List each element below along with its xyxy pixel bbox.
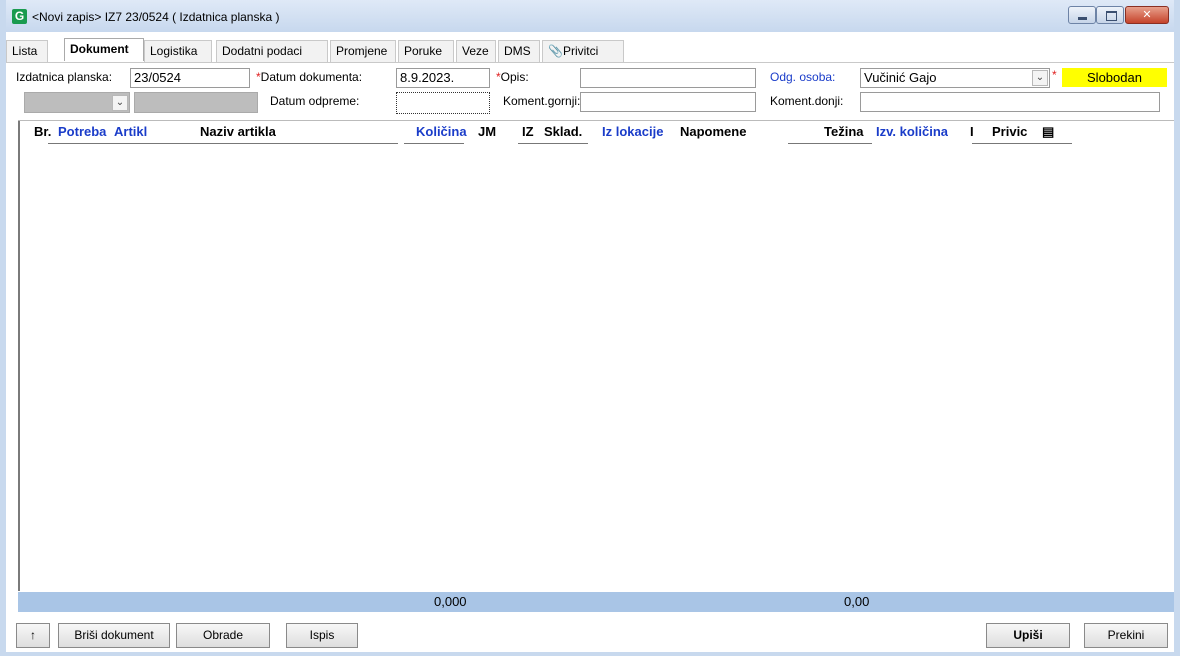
header-underline <box>48 143 398 144</box>
total-kolicina: 0,000 <box>434 594 467 609</box>
document-type-description <box>134 92 258 113</box>
opis-text: Opis: <box>500 70 529 84</box>
app-logo-icon: G <box>12 9 27 24</box>
tab-veze[interactable]: Veze <box>456 40 496 62</box>
header-underline <box>972 143 1072 144</box>
status-badge: Slobodan <box>1062 68 1167 87</box>
col-izv-kolicina[interactable]: Izv. količina <box>876 124 948 139</box>
app-window: G <Novi zapis> IZ7 23/0524 ( Izdatnica p… <box>0 0 1180 656</box>
col-potreba[interactable]: Potreba <box>58 124 112 139</box>
datum-dokumenta-text: Datum dokumenta: <box>260 70 363 84</box>
totals-bar: 0,000 0,00 <box>18 592 1174 612</box>
tab-privitci[interactable]: 📎Privitci <box>542 40 624 62</box>
close-icon: ✕ <box>1142 9 1152 21</box>
opis-field[interactable] <box>580 68 756 88</box>
izdatnica-field[interactable]: 23/0524 <box>130 68 250 88</box>
close-button[interactable]: ✕ <box>1125 6 1169 24</box>
koment-gornji-label: Koment.gornji: <box>503 94 581 108</box>
odg-osoba-value: Vučinić Gajo <box>864 70 937 85</box>
document-type-select[interactable]: ⌄ <box>24 92 130 113</box>
col-kolicina[interactable]: Količina <box>416 124 467 139</box>
odg-osoba-label: Odg. osoba: <box>770 70 836 84</box>
col-privic[interactable]: Privic <box>992 124 1028 139</box>
scroll-up-button[interactable]: ↑ <box>16 623 50 648</box>
col-br[interactable]: Br. <box>34 124 51 139</box>
tab-poruke[interactable]: Poruke <box>398 40 454 62</box>
koment-donji-field[interactable] <box>860 92 1160 112</box>
maximize-button[interactable] <box>1096 6 1124 24</box>
tab-dms[interactable]: DMS <box>498 40 540 62</box>
odg-osoba-select[interactable]: Vučinić Gajo ⌄ <box>860 68 1050 88</box>
col-sklad[interactable]: Sklad. <box>544 124 582 139</box>
tab-lista[interactable]: Lista <box>6 40 48 62</box>
chevron-down-icon[interactable]: ⌄ <box>112 95 128 111</box>
status-required-marker: * <box>1052 68 1057 82</box>
col-document-icon[interactable]: ▤ <box>1042 124 1054 140</box>
items-grid[interactable]: Br. Potreba Artikl Naziv artikla Količin… <box>18 120 1174 591</box>
total-tezina: 0,00 <box>844 594 870 609</box>
col-jm[interactable]: JM <box>478 124 496 139</box>
izdatnica-label: Izdatnica planska: <box>16 70 113 84</box>
obrade-button[interactable]: Obrade <box>176 623 270 648</box>
col-tezina[interactable]: Težina <box>824 124 864 139</box>
datum-dokumenta-field[interactable]: 8.9.2023. <box>396 68 490 88</box>
header-underline <box>788 143 872 144</box>
tab-dodatni-podaci[interactable]: Dodatni podaci <box>216 40 328 62</box>
tab-privitci-label: Privitci <box>562 44 599 58</box>
header-underline <box>518 143 588 144</box>
tab-promjene[interactable]: Promjene <box>330 40 396 62</box>
tab-logistika[interactable]: Logistika <box>144 40 212 62</box>
col-napomene[interactable]: Napomene <box>680 124 746 139</box>
prekini-button[interactable]: Prekini <box>1084 623 1168 648</box>
koment-donji-label: Koment.donji: <box>770 94 844 108</box>
tab-bar: Lista Dokument Logistika Dodatni podaci … <box>6 38 1174 62</box>
ispis-button[interactable]: Ispis <box>286 623 358 648</box>
col-naziv-artikla[interactable]: Naziv artikla <box>200 124 276 139</box>
datum-dokumenta-label: *Datum dokumenta: <box>256 70 362 84</box>
window-title: <Novi zapis> IZ7 23/0524 ( Izdatnica pla… <box>32 10 280 24</box>
datum-odpreme-field[interactable] <box>396 92 490 114</box>
col-i[interactable]: I <box>970 124 974 139</box>
maximize-icon <box>1106 11 1117 21</box>
header-underline <box>404 143 464 144</box>
col-iz[interactable]: IZ <box>522 124 534 139</box>
brisi-dokument-button[interactable]: Briši dokument <box>58 623 170 648</box>
upisi-button[interactable]: Upiši <box>986 623 1070 648</box>
tab-dokument[interactable]: Dokument <box>64 38 144 61</box>
opis-label: *Opis: <box>496 70 529 84</box>
grid-left-border <box>18 121 20 591</box>
datum-odpreme-label: Datum odpreme: <box>270 94 360 108</box>
chevron-down-icon[interactable]: ⌄ <box>1032 70 1048 86</box>
col-artikl[interactable]: Artikl <box>114 124 147 139</box>
col-iz-lokacije[interactable]: Iz lokacije <box>602 124 663 139</box>
koment-gornji-field[interactable] <box>580 92 756 112</box>
minimize-icon <box>1078 17 1087 20</box>
paperclip-icon: 📎 <box>548 44 563 58</box>
title-bar: G <Novi zapis> IZ7 23/0524 ( Izdatnica p… <box>6 0 1174 32</box>
tab-divider <box>6 62 1174 63</box>
minimize-button[interactable] <box>1068 6 1096 24</box>
